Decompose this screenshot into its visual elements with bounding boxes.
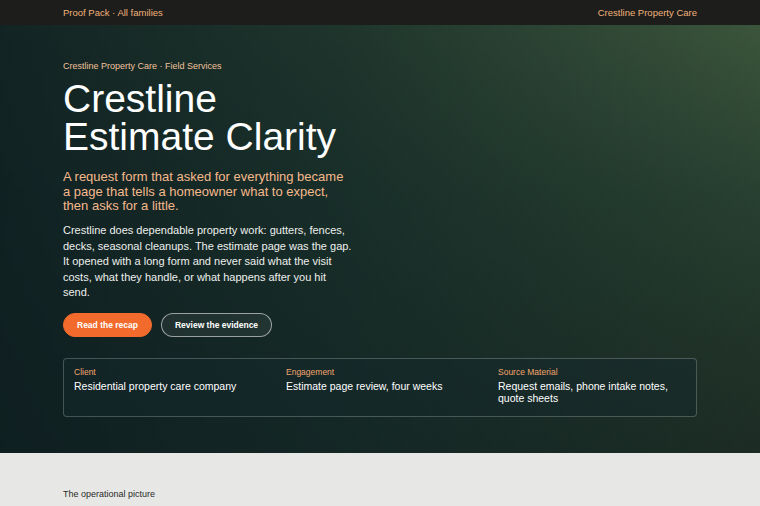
- fact: Client Residential property care company: [74, 367, 262, 408]
- section-heading: The operational picture: [63, 489, 697, 506]
- fact-label: Client: [74, 367, 262, 377]
- recap-button[interactable]: Read the recap: [63, 313, 152, 337]
- fact-label: Engagement: [286, 367, 474, 377]
- pack-label: Proof Pack · All families: [63, 7, 163, 18]
- fact: Source Material Request emails, phone int…: [498, 367, 686, 408]
- hero-subtitle: A request form that asked for everything…: [63, 170, 348, 214]
- brand-label: Crestline Property Care: [598, 7, 697, 18]
- fact: Engagement Estimate page review, four wee…: [286, 367, 474, 408]
- page: Proof Pack · All families Crestline Prope…: [0, 0, 760, 506]
- operational-section: The operational picture: [0, 453, 760, 506]
- fact-label: Source Material: [498, 367, 686, 377]
- hero-actions: Read the recap Review the evidence: [63, 313, 697, 337]
- fact-value: Request emails, phone intake notes, quot…: [498, 380, 686, 404]
- hero: Crestline Property Care · Field Services…: [0, 25, 760, 453]
- eyebrow: Crestline Property Care · Field Services: [63, 60, 697, 72]
- top-bar: Proof Pack · All families Crestline Prope…: [0, 0, 760, 25]
- hero-body: Crestline does dependable property work:…: [63, 223, 355, 301]
- fact-value: Residential property care company: [74, 380, 262, 392]
- hero-title: Crestline Estimate Clarity: [63, 80, 363, 156]
- facts-panel: Client Residential property care company E…: [63, 358, 697, 417]
- evidence-button[interactable]: Review the evidence: [161, 313, 272, 337]
- fact-value: Estimate page review, four weeks: [286, 380, 474, 392]
